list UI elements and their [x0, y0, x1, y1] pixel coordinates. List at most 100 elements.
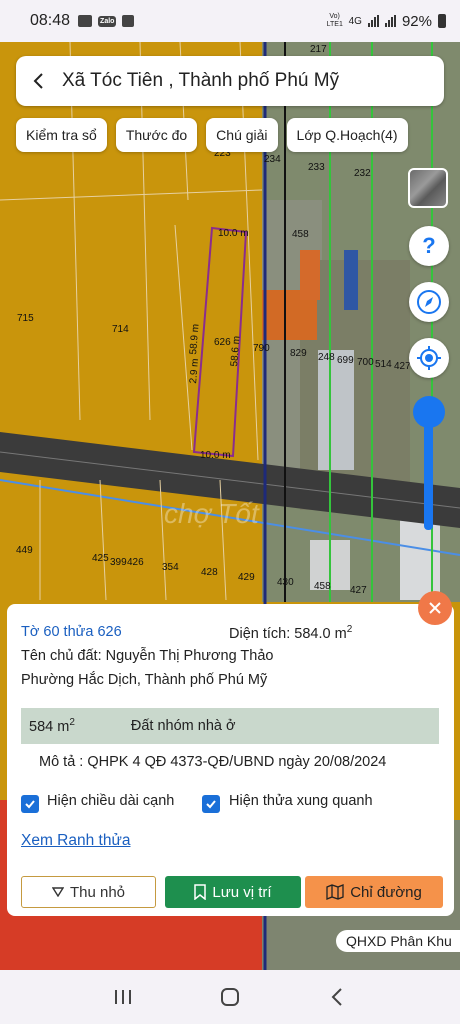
- dimension-label: 10.0 m: [218, 228, 249, 239]
- back-button[interactable]: [16, 56, 62, 106]
- close-icon: [429, 602, 441, 614]
- network-type: 4G: [348, 15, 362, 27]
- save-location-button[interactable]: Lưu vị trí: [165, 876, 301, 908]
- area-value: 584.0 m: [294, 625, 347, 642]
- signal-icon: [367, 15, 379, 27]
- collapse-label: Thu nhỏ: [69, 883, 126, 901]
- parcel-label: 829: [290, 348, 307, 359]
- status-bar: 08:48 Zalo Vo) LTE1 4G 92%: [0, 0, 460, 42]
- planning-type-badge[interactable]: QHXD Phân Khu: [336, 930, 460, 952]
- battery-icon: [438, 14, 446, 28]
- volte-indicator: Vo) LTE1: [326, 13, 343, 28]
- triangle-down-icon: [51, 887, 64, 897]
- directions-label: Chỉ đường: [350, 883, 422, 901]
- parcel-label: 430: [277, 577, 294, 588]
- parcel-label: 233: [308, 162, 325, 173]
- map-icon: [326, 884, 344, 900]
- parcel-ref: Tờ 60 thửa 626: [21, 624, 122, 640]
- parcel-label: 514: [375, 359, 392, 370]
- collapse-button[interactable]: Thu nhỏ: [21, 876, 156, 908]
- check-book-chip[interactable]: Kiểm tra sổ: [16, 118, 107, 152]
- home-button[interactable]: [210, 982, 250, 1012]
- system-nav-bar: [0, 970, 460, 1024]
- zalo-icon: Zalo: [98, 15, 117, 27]
- svg-text:?: ?: [422, 233, 435, 258]
- zoom-slider-handle[interactable]: [413, 396, 445, 428]
- compass-icon: [417, 290, 441, 314]
- parcel-label: 234: [264, 154, 281, 165]
- compass-button[interactable]: [409, 282, 449, 322]
- gallery-icon: [78, 15, 93, 27]
- parcel-label: 458: [314, 581, 331, 592]
- location-header: Xã Tóc Tiên , Thành phố Phú Mỹ: [16, 56, 444, 106]
- zone-type: Đất nhóm nhà ở: [130, 718, 236, 734]
- parcel-label: 425: [92, 553, 109, 564]
- neighbors-label: Hiện thửa xung quanh: [229, 793, 373, 809]
- save-location-label: Lưu vị trí: [212, 883, 272, 901]
- area-unit-sup: 2: [346, 624, 353, 635]
- zone-area-value: 584 m: [29, 718, 70, 735]
- parcel-label: 399: [110, 557, 127, 568]
- location-target-icon: [417, 346, 441, 370]
- edge-length-label: Hiện chiều dài cạnh: [47, 793, 175, 809]
- edge-length-checkbox[interactable]: [21, 795, 39, 813]
- help-icon: ?: [422, 233, 435, 258]
- check-icon: [206, 800, 216, 809]
- recent-apps-icon: [115, 990, 132, 1004]
- parcel-label: 458: [292, 229, 309, 240]
- owner-name: Nguyễn Thị Phương Thảo: [105, 648, 274, 664]
- parcel-label: 426: [127, 557, 144, 568]
- help-button[interactable]: ?: [409, 226, 449, 266]
- view-boundary-link[interactable]: Xem Ranh thửa: [21, 832, 130, 850]
- zone-area: 584 m2: [29, 717, 75, 735]
- parcel-label: 232: [354, 168, 371, 179]
- check-icon: [25, 800, 35, 809]
- my-location-button[interactable]: [409, 338, 449, 378]
- parcel-label: 429: [238, 572, 255, 583]
- parcel-label: 427: [350, 585, 367, 596]
- recent-apps-button[interactable]: [103, 982, 143, 1012]
- signal-icon-2: [384, 15, 396, 27]
- parcel-label: 699: [337, 355, 354, 366]
- dimension-label: 10.0 m: [200, 450, 231, 461]
- zoning-band: 584 m2 Đất nhóm nhà ở: [21, 708, 439, 744]
- parcel-address: Phường Hắc Dịch, Thành phố Phú Mỹ: [21, 672, 268, 688]
- parcel-label: 217: [310, 44, 327, 55]
- planning-layer-chip[interactable]: Lớp Q.Hoạch(4): [286, 118, 408, 152]
- map-layer-button[interactable]: [408, 168, 448, 208]
- back-nav-button[interactable]: [317, 982, 357, 1012]
- ruler-chip[interactable]: Thước đo: [115, 118, 198, 152]
- parcel-label: 428: [201, 567, 218, 578]
- toolbar-chips: Kiểm tra sổ Thước đo Chú giải Lớp Q.Hoạc…: [16, 118, 408, 152]
- directions-button[interactable]: Chỉ đường: [305, 876, 443, 908]
- parcel-label: 790: [253, 343, 270, 354]
- parcel-label: 626: [214, 337, 231, 348]
- home-icon: [220, 988, 239, 1006]
- parcel-label: 354: [162, 562, 179, 573]
- dimension-label: 58.9 m: [188, 323, 202, 355]
- zone-area-sup: 2: [69, 717, 75, 729]
- parcel-label: 427: [394, 361, 411, 372]
- chevron-left-icon: [33, 73, 43, 89]
- parcel-area: Diện tích: 584.0 m2: [229, 624, 352, 642]
- watermark: chợ Tốt: [164, 498, 259, 529]
- zoning-description: Mô tả : QHPK 4 QĐ 4373-QĐ/UBND ngày 20/0…: [39, 754, 387, 770]
- close-panel-button[interactable]: [418, 591, 452, 625]
- dimension-label: 58.6 m: [229, 335, 243, 367]
- neighbors-checkbox[interactable]: [202, 795, 220, 813]
- settings-notification-icon: [122, 15, 135, 27]
- status-time: 08:48: [30, 12, 71, 29]
- parcel-info-panel: Tờ 60 thửa 626 Diện tích: 584.0 m2 Tên c…: [7, 604, 454, 916]
- area-label: Diện tích:: [229, 625, 295, 642]
- owner-label: Tên chủ đất:: [21, 648, 106, 664]
- back-icon: [331, 988, 342, 1006]
- bookmark-icon: [194, 884, 207, 900]
- zoom-slider-track[interactable]: [424, 414, 433, 530]
- parcel-label: 715: [17, 313, 34, 324]
- parcel-label: 449: [16, 545, 33, 556]
- parcel-label: 700: [357, 357, 374, 368]
- parcel-label: 248: [318, 352, 335, 363]
- page-title: Xã Tóc Tiên , Thành phố Phú Mỹ: [62, 70, 340, 91]
- dimension-label: 2.9 m: [188, 358, 202, 384]
- legend-chip[interactable]: Chú giải: [206, 118, 278, 152]
